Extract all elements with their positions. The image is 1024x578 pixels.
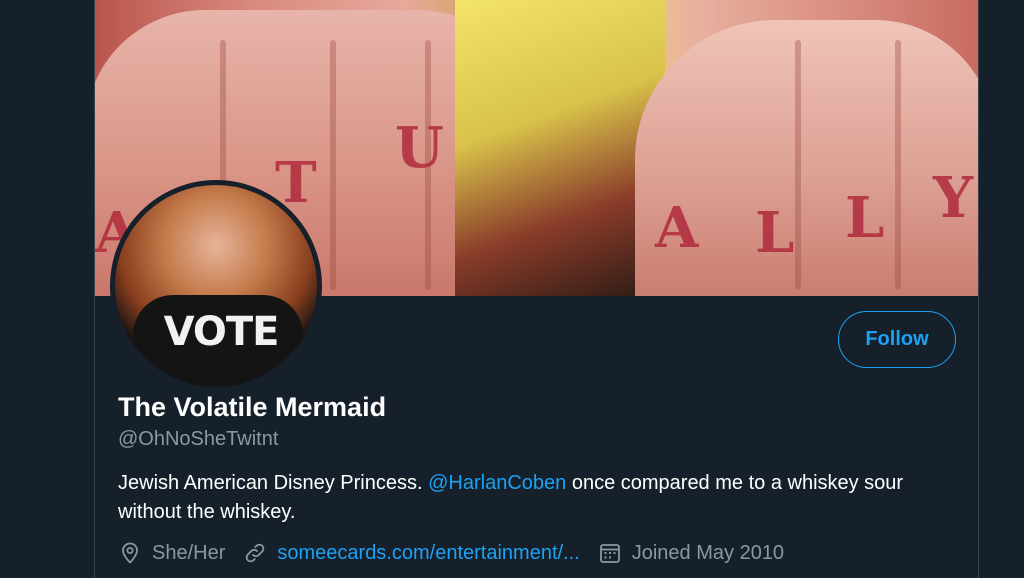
bio-text: Jewish American Disney Princess.: [118, 472, 429, 494]
profile-page: A T U A L L Y VOTE Follow The Volatile M…: [0, 0, 1024, 578]
location-item: She/Her: [118, 541, 225, 565]
banner-tattoo-letter: Y: [933, 165, 973, 231]
banner-finger-gap: [795, 40, 801, 290]
website-link[interactable]: someecards.com/entertainment/...: [277, 542, 579, 565]
location-pin-icon: [118, 541, 142, 565]
banner-tattoo-letter: L: [845, 185, 885, 251]
banner-finger-gap: [330, 40, 336, 290]
user-handle: @OhNoSheTwitnt: [118, 428, 279, 450]
banner-finger-gap: [895, 40, 901, 290]
profile-bio: Jewish American Disney Princess. @Harlan…: [118, 469, 968, 527]
calendar-icon: [598, 541, 622, 565]
banner-tattoo-letter: U: [395, 115, 444, 181]
bio-mention-link[interactable]: @HarlanCoben: [428, 472, 566, 494]
avatar-shirt-text: VOTE: [163, 309, 280, 355]
banner-tattoo-letter: A: [655, 195, 699, 261]
profile-meta: She/Her someecards.com/entertainment/...…: [118, 538, 802, 568]
display-name: The Volatile Mermaid: [118, 392, 387, 422]
website-item: someecards.com/entertainment/...: [243, 541, 580, 565]
avatar[interactable]: VOTE: [110, 180, 322, 392]
banner-center-art: [455, 0, 665, 296]
joined-date: Joined May 2010: [631, 541, 785, 564]
location-text: She/Her: [152, 541, 226, 564]
banner-tattoo-letter: L: [755, 200, 795, 266]
joined-item: Joined May 2010: [598, 541, 784, 565]
link-icon: [243, 541, 267, 565]
follow-button[interactable]: Follow: [838, 311, 956, 368]
